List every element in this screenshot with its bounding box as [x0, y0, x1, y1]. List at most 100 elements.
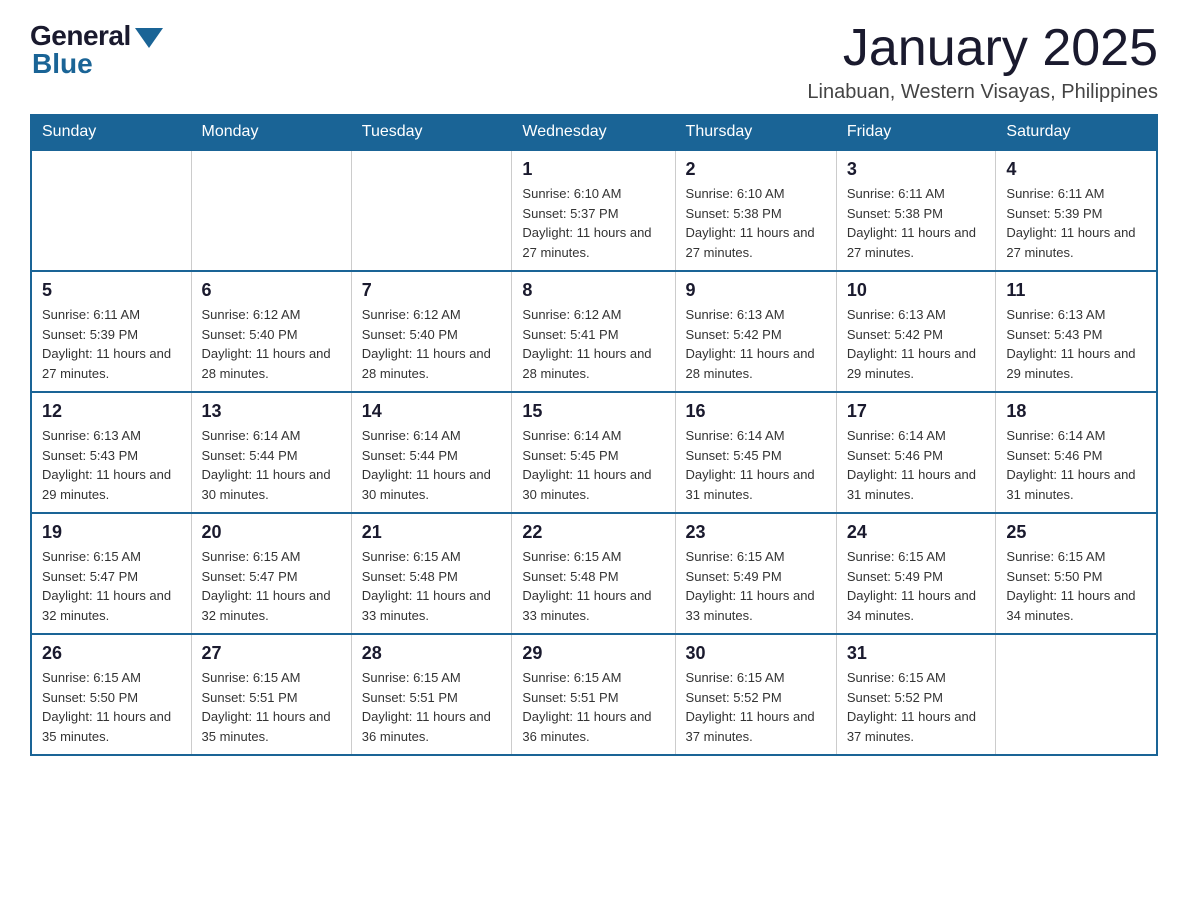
- day-info: Sunrise: 6:12 AM Sunset: 5:40 PM Dayligh…: [202, 305, 341, 383]
- calendar-cell: 18Sunrise: 6:14 AM Sunset: 5:46 PM Dayli…: [996, 392, 1157, 513]
- day-number: 10: [847, 280, 986, 301]
- day-info: Sunrise: 6:15 AM Sunset: 5:50 PM Dayligh…: [1006, 547, 1146, 625]
- day-info: Sunrise: 6:12 AM Sunset: 5:40 PM Dayligh…: [362, 305, 502, 383]
- calendar-cell: 3 Sunrise: 6:11 AM Sunset: 5:38 PM Daylig…: [836, 150, 996, 271]
- calendar-cell: 29 Sunrise: 6:15 AM Sunset: 5:51 PM Dayli…: [512, 634, 675, 755]
- calendar-cell: [996, 634, 1157, 755]
- day-info: Sunrise: 6:11 AM Sunset: 5:39 PM Dayligh…: [42, 305, 181, 383]
- day-info: Sunrise: 6:14 AM Sunset: 5:45 PM Dayligh…: [686, 426, 826, 504]
- day-number: 20: [202, 522, 341, 543]
- calendar-cell: 10 Sunrise: 6:13 AM Sunset: 5:42 PM Dayli…: [836, 271, 996, 392]
- calendar-cell: 2 Sunrise: 6:10 AM Sunset: 5:38 PM Daylig…: [675, 150, 836, 271]
- calendar-cell: 12Sunrise: 6:13 AM Sunset: 5:43 PM Dayli…: [31, 392, 191, 513]
- calendar-week-row-3: 19 Sunrise: 6:15 AM Sunset: 5:47 PM Dayli…: [31, 513, 1157, 634]
- day-number: 31: [847, 643, 986, 664]
- day-info: Sunrise: 6:15 AM Sunset: 5:51 PM Dayligh…: [362, 668, 502, 746]
- title-section: January 2025 Linabuan, Western Visayas, …: [807, 20, 1158, 104]
- calendar-week-row-0: 1 Sunrise: 6:10 AM Sunset: 5:37 PM Daylig…: [31, 150, 1157, 271]
- day-number: 29: [522, 643, 664, 664]
- day-info: Sunrise: 6:14 AM Sunset: 5:44 PM Dayligh…: [362, 426, 502, 504]
- calendar-header-friday: Friday: [836, 115, 996, 151]
- calendar-cell: 7 Sunrise: 6:12 AM Sunset: 5:40 PM Daylig…: [351, 271, 512, 392]
- logo-triangle-icon: [135, 28, 163, 48]
- day-info: Sunrise: 6:13 AM Sunset: 5:42 PM Dayligh…: [847, 305, 986, 383]
- calendar-cell: 1 Sunrise: 6:10 AM Sunset: 5:37 PM Daylig…: [512, 150, 675, 271]
- calendar-cell: [191, 150, 351, 271]
- day-number: 25: [1006, 522, 1146, 543]
- calendar-cell: [351, 150, 512, 271]
- calendar-cell: 23 Sunrise: 6:15 AM Sunset: 5:49 PM Dayli…: [675, 513, 836, 634]
- calendar-cell: 5 Sunrise: 6:11 AM Sunset: 5:39 PM Daylig…: [31, 271, 191, 392]
- day-number: 28: [362, 643, 502, 664]
- calendar-cell: 17Sunrise: 6:14 AM Sunset: 5:46 PM Dayli…: [836, 392, 996, 513]
- calendar-cell: 22 Sunrise: 6:15 AM Sunset: 5:48 PM Dayli…: [512, 513, 675, 634]
- calendar-table: SundayMondayTuesdayWednesdayThursdayFrid…: [30, 114, 1158, 756]
- day-number: 13: [202, 401, 341, 422]
- day-number: 19: [42, 522, 181, 543]
- calendar-cell: [31, 150, 191, 271]
- calendar-header-thursday: Thursday: [675, 115, 836, 151]
- day-number: 24: [847, 522, 986, 543]
- day-number: 6: [202, 280, 341, 301]
- calendar-cell: 8Sunrise: 6:12 AM Sunset: 5:41 PM Daylig…: [512, 271, 675, 392]
- day-info: Sunrise: 6:15 AM Sunset: 5:47 PM Dayligh…: [42, 547, 181, 625]
- calendar-week-row-4: 26Sunrise: 6:15 AM Sunset: 5:50 PM Dayli…: [31, 634, 1157, 755]
- calendar-week-row-2: 12Sunrise: 6:13 AM Sunset: 5:43 PM Dayli…: [31, 392, 1157, 513]
- day-number: 7: [362, 280, 502, 301]
- day-info: Sunrise: 6:14 AM Sunset: 5:45 PM Dayligh…: [522, 426, 664, 504]
- calendar-cell: 24 Sunrise: 6:15 AM Sunset: 5:49 PM Dayli…: [836, 513, 996, 634]
- day-number: 30: [686, 643, 826, 664]
- day-info: Sunrise: 6:15 AM Sunset: 5:48 PM Dayligh…: [362, 547, 502, 625]
- day-info: Sunrise: 6:15 AM Sunset: 5:49 PM Dayligh…: [686, 547, 826, 625]
- day-info: Sunrise: 6:15 AM Sunset: 5:51 PM Dayligh…: [522, 668, 664, 746]
- calendar-cell: 15 Sunrise: 6:14 AM Sunset: 5:45 PM Dayli…: [512, 392, 675, 513]
- calendar-cell: 6 Sunrise: 6:12 AM Sunset: 5:40 PM Daylig…: [191, 271, 351, 392]
- day-info: Sunrise: 6:11 AM Sunset: 5:38 PM Dayligh…: [847, 184, 986, 262]
- day-info: Sunrise: 6:15 AM Sunset: 5:47 PM Dayligh…: [202, 547, 341, 625]
- day-info: Sunrise: 6:15 AM Sunset: 5:52 PM Dayligh…: [847, 668, 986, 746]
- calendar-cell: 19 Sunrise: 6:15 AM Sunset: 5:47 PM Dayli…: [31, 513, 191, 634]
- logo: General Blue: [30, 20, 163, 80]
- calendar-cell: 25 Sunrise: 6:15 AM Sunset: 5:50 PM Dayli…: [996, 513, 1157, 634]
- day-number: 11: [1006, 280, 1146, 301]
- day-info: Sunrise: 6:10 AM Sunset: 5:38 PM Dayligh…: [686, 184, 826, 262]
- day-info: Sunrise: 6:15 AM Sunset: 5:48 PM Dayligh…: [522, 547, 664, 625]
- day-info: Sunrise: 6:15 AM Sunset: 5:51 PM Dayligh…: [202, 668, 341, 746]
- day-number: 15: [522, 401, 664, 422]
- day-number: 3: [847, 159, 986, 180]
- day-number: 8: [522, 280, 664, 301]
- month-title: January 2025: [807, 20, 1158, 77]
- day-info: Sunrise: 6:13 AM Sunset: 5:43 PM Dayligh…: [1006, 305, 1146, 383]
- day-info: Sunrise: 6:13 AM Sunset: 5:42 PM Dayligh…: [686, 305, 826, 383]
- page-header: General Blue January 2025 Linabuan, West…: [30, 20, 1158, 104]
- calendar-cell: 4Sunrise: 6:11 AM Sunset: 5:39 PM Daylig…: [996, 150, 1157, 271]
- day-number: 17: [847, 401, 986, 422]
- calendar-cell: 30 Sunrise: 6:15 AM Sunset: 5:52 PM Dayli…: [675, 634, 836, 755]
- calendar-header-row: SundayMondayTuesdayWednesdayThursdayFrid…: [31, 115, 1157, 151]
- day-number: 16: [686, 401, 826, 422]
- calendar-header-wednesday: Wednesday: [512, 115, 675, 151]
- day-number: 22: [522, 522, 664, 543]
- day-number: 27: [202, 643, 341, 664]
- day-info: Sunrise: 6:15 AM Sunset: 5:50 PM Dayligh…: [42, 668, 181, 746]
- calendar-header-saturday: Saturday: [996, 115, 1157, 151]
- day-number: 4: [1006, 159, 1146, 180]
- day-number: 1: [522, 159, 664, 180]
- calendar-header-sunday: Sunday: [31, 115, 191, 151]
- calendar-cell: 21 Sunrise: 6:15 AM Sunset: 5:48 PM Dayli…: [351, 513, 512, 634]
- day-number: 2: [686, 159, 826, 180]
- day-number: 5: [42, 280, 181, 301]
- day-info: Sunrise: 6:15 AM Sunset: 5:49 PM Dayligh…: [847, 547, 986, 625]
- day-info: Sunrise: 6:15 AM Sunset: 5:52 PM Dayligh…: [686, 668, 826, 746]
- calendar-cell: 31 Sunrise: 6:15 AM Sunset: 5:52 PM Dayli…: [836, 634, 996, 755]
- day-info: Sunrise: 6:14 AM Sunset: 5:44 PM Dayligh…: [202, 426, 341, 504]
- location-text: Linabuan, Western Visayas, Philippines: [807, 81, 1158, 104]
- calendar-cell: 26Sunrise: 6:15 AM Sunset: 5:50 PM Dayli…: [31, 634, 191, 755]
- day-number: 9: [686, 280, 826, 301]
- calendar-cell: 28 Sunrise: 6:15 AM Sunset: 5:51 PM Dayli…: [351, 634, 512, 755]
- calendar-cell: 16 Sunrise: 6:14 AM Sunset: 5:45 PM Dayli…: [675, 392, 836, 513]
- day-number: 23: [686, 522, 826, 543]
- day-number: 14: [362, 401, 502, 422]
- day-info: Sunrise: 6:10 AM Sunset: 5:37 PM Dayligh…: [522, 184, 664, 262]
- day-number: 21: [362, 522, 502, 543]
